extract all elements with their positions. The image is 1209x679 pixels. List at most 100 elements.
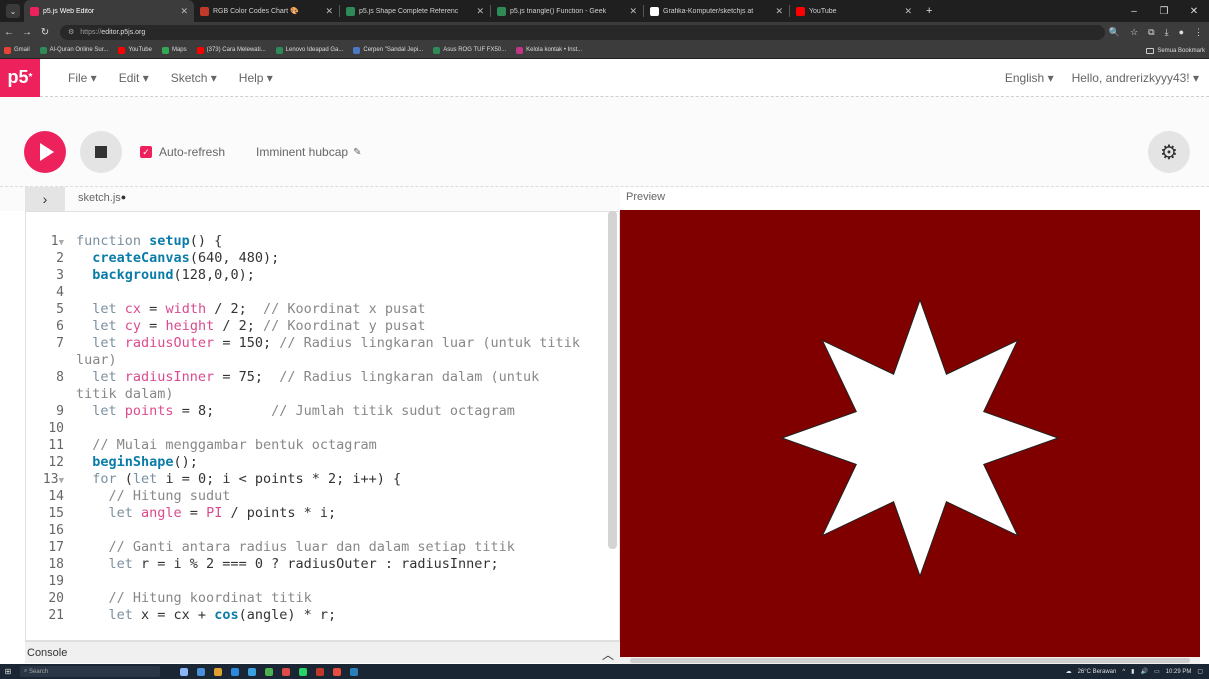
bookmark-item[interactable]: Lenovo Ideapad Ga... (275, 46, 344, 54)
network-icon[interactable]: ▭ (1154, 668, 1160, 675)
pencil-icon[interactable]: ✎ (353, 147, 361, 158)
console-panel[interactable]: Console ︿ (25, 641, 620, 663)
tab-close-icon[interactable]: ✕ (180, 6, 188, 17)
menu-file[interactable]: File ▾ (68, 71, 97, 85)
tab-close-icon[interactable]: ✕ (775, 6, 783, 17)
browser-tab[interactable]: p5.js Web Editor ✕ (24, 0, 194, 22)
bookmark-item[interactable]: Maps (161, 46, 187, 54)
expand-sidebar-icon[interactable]: › (25, 187, 65, 211)
code-token: let (92, 301, 125, 317)
new-tab-button[interactable]: + (918, 5, 940, 17)
edge-icon[interactable] (231, 667, 239, 676)
menu-edit[interactable]: Edit ▾ (119, 71, 149, 85)
tab-close-icon[interactable]: ✕ (904, 6, 912, 17)
app-icon[interactable] (197, 667, 205, 676)
sketch-preview-canvas[interactable] (620, 210, 1200, 657)
back-icon[interactable]: ← (0, 27, 18, 38)
code-token: cy (124, 318, 142, 334)
file-tab[interactable]: sketch.js● (78, 192, 126, 204)
preview-scrollbar[interactable] (620, 657, 1200, 664)
tab-search-icon[interactable]: ⌄ (6, 4, 20, 18)
minimize-icon[interactable]: – (1119, 6, 1149, 17)
file-explorer-icon[interactable] (214, 667, 222, 676)
zoom-icon[interactable]: 🔍 (1109, 27, 1120, 38)
browser-tab[interactable]: p5.js Shape Complete Referenc ✕ (340, 0, 490, 22)
fold-arrow-icon[interactable]: ▼ (59, 476, 64, 486)
app-icon[interactable] (316, 667, 324, 676)
chevron-up-icon[interactable]: ︿ (602, 646, 614, 663)
bookmark-item[interactable]: YouTube (118, 46, 152, 54)
bookmark-item[interactable]: Cerpen "Sandal Jepi... (353, 46, 424, 54)
windows-start-icon[interactable]: ⊞ (0, 664, 16, 679)
code-editor[interactable]: 1▼ function setup() {2 createCanvas(640, … (25, 211, 620, 641)
editor-scrollbar[interactable] (608, 211, 617, 549)
menu-sketch[interactable]: Sketch ▾ (171, 71, 217, 85)
tab-close-icon[interactable]: ✕ (629, 6, 637, 17)
bookmark-item[interactable]: Kelola kontak • Inst... (516, 46, 582, 54)
weather-label[interactable]: 26°C Berawan (1078, 669, 1117, 675)
p5-logo[interactable]: p5 * (0, 58, 40, 97)
whatsapp-icon[interactable] (299, 667, 307, 676)
line-number-text: 4 (56, 285, 64, 300)
tab-close-icon[interactable]: ✕ (476, 6, 484, 17)
all-bookmarks-button[interactable]: Semua Bookmark (1146, 42, 1205, 59)
app-icon[interactable] (265, 667, 273, 676)
site-info-icon[interactable]: ⚙ (68, 28, 74, 36)
weather-icon[interactable]: ☁ (1066, 668, 1072, 675)
code-token: function (76, 233, 150, 249)
browser-tab[interactable]: RGB Color Codes Chart 🎨 ✕ (194, 0, 339, 22)
stop-button[interactable] (80, 131, 122, 173)
language-selector[interactable]: English ▾ (1005, 71, 1054, 85)
app-icon[interactable] (350, 667, 358, 676)
bookmark-label: Cerpen "Sandal Jepi... (363, 47, 424, 53)
reload-icon[interactable]: ↻ (36, 27, 54, 38)
line-number-text: 19 (48, 574, 64, 589)
task-view-icon[interactable] (180, 667, 188, 676)
clock[interactable]: 10:29 PM (1166, 669, 1192, 675)
battery-icon[interactable]: ▮ (1131, 668, 1134, 675)
chrome-icon[interactable] (282, 667, 290, 676)
extensions-icon[interactable]: ⧉ (1148, 27, 1154, 38)
volume-icon[interactable]: 🔊 (1140, 668, 1147, 675)
settings-gear-icon[interactable]: ⚙ (1148, 131, 1190, 173)
user-menu[interactable]: Hello, andrerizkyyy43! ▾ (1072, 71, 1199, 85)
console-label: Console (27, 646, 68, 659)
tab-label: p5.js Web Editor (43, 7, 95, 15)
more-menu-icon[interactable]: ⋮ (1194, 27, 1203, 38)
notification-icon[interactable]: ▢ (1197, 668, 1203, 675)
restore-icon[interactable]: ❐ (1149, 6, 1179, 17)
forward-icon[interactable]: → (18, 27, 36, 38)
taskbar-search[interactable]: ⌕ Search (20, 666, 160, 677)
tab-close-icon[interactable]: ✕ (325, 6, 333, 17)
code-token: x = cx + (141, 607, 215, 623)
tray-chevron-icon[interactable]: ^ (1122, 669, 1125, 675)
close-window-icon[interactable]: ✕ (1179, 6, 1209, 17)
store-icon[interactable] (248, 667, 256, 676)
bookmark-star-icon[interactable]: ☆ (1130, 27, 1138, 38)
browser-tab[interactable]: YouTube ✕ (790, 0, 918, 22)
browser-tab[interactable]: p5.js triangle() Function - Geek ✕ (491, 0, 643, 22)
code-token: ( (124, 471, 133, 487)
fold-arrow-icon[interactable]: ▼ (59, 238, 64, 248)
profile-icon[interactable]: ● (1179, 27, 1184, 37)
octagram-shape (780, 298, 1060, 578)
code-text: let radiusInner = 75; // Radius lingkara… (76, 369, 539, 386)
download-icon[interactable]: ⤓ (1165, 27, 1169, 38)
bookmark-label: Lenovo Ideapad Ga... (285, 47, 344, 53)
preview-scroll-thumb[interactable] (630, 658, 1190, 663)
code-token: (128,0,0); (173, 267, 255, 283)
bookmark-item[interactable]: Al-Quran Online Sur... (39, 46, 108, 54)
bookmark-item[interactable]: (373) Cara Melewati... (196, 46, 266, 54)
play-button[interactable] (24, 131, 66, 173)
menu-help[interactable]: Help ▾ (239, 71, 273, 85)
auto-refresh-toggle[interactable]: ✓ Auto-refresh (140, 145, 225, 159)
app-icon[interactable] (333, 667, 341, 676)
browser-tab[interactable]: Grafika-Komputer/sketchjs at ✕ (644, 0, 789, 22)
bookmark-item[interactable]: Asus ROG TUF FX50... (433, 46, 506, 54)
bookmark-item[interactable]: Gmail (4, 46, 30, 54)
bookmark-favicon-icon (275, 46, 283, 54)
checkbox-checked-icon[interactable]: ✓ (140, 146, 152, 158)
bookmark-favicon-icon (516, 46, 524, 54)
project-name[interactable]: Imminent hubcap ✎ (256, 145, 361, 159)
url-input[interactable]: ⚙ https://editor.p5js.org (60, 24, 1105, 40)
